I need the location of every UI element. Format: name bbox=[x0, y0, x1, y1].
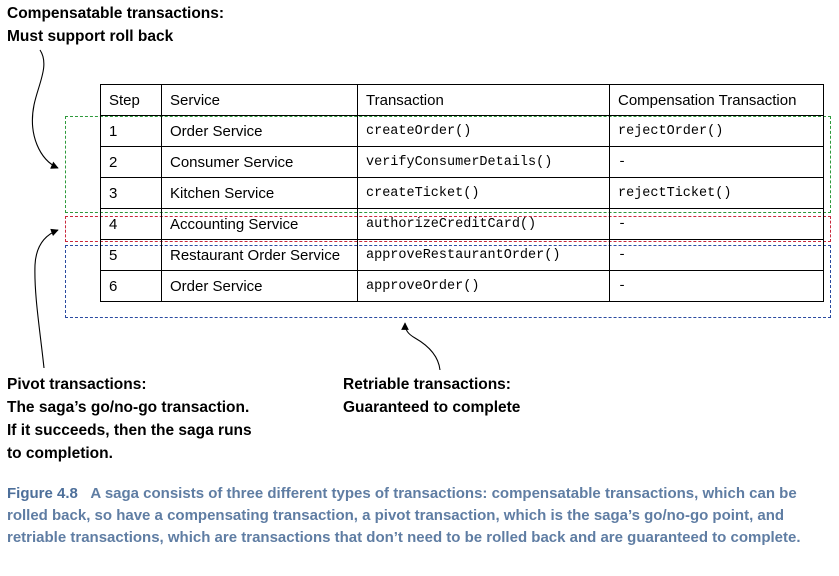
pivot-title: Pivot transactions: bbox=[7, 376, 147, 393]
step-cell: 2 bbox=[100, 146, 162, 178]
compensation-cell: - bbox=[609, 208, 824, 240]
service-cell: Order Service bbox=[161, 270, 358, 302]
step-cell: 6 bbox=[100, 270, 162, 302]
service-cell: Consumer Service bbox=[161, 146, 358, 178]
header-transaction: Transaction bbox=[357, 84, 610, 116]
compensation-cell: rejectOrder() bbox=[609, 115, 824, 147]
transaction-cell: approveRestaurantOrder() bbox=[357, 239, 610, 271]
pivot-description-line: If it succeeds, then the saga runs bbox=[7, 422, 252, 439]
pivot-description-line: The saga’s go/no-go transaction. bbox=[7, 399, 250, 416]
saga-steps-table: Step Service Transaction Compensation Tr… bbox=[100, 84, 824, 302]
compensation-cell: rejectTicket() bbox=[609, 177, 824, 209]
step-cell: 4 bbox=[100, 208, 162, 240]
transaction-cell: createOrder() bbox=[357, 115, 610, 147]
header-service: Service bbox=[161, 84, 358, 116]
table-row: 3 Kitchen Service createTicket() rejectT… bbox=[100, 177, 824, 209]
transaction-cell: approveOrder() bbox=[357, 270, 610, 302]
step-cell: 5 bbox=[100, 239, 162, 271]
caption-text: A saga consists of three different types… bbox=[7, 485, 801, 546]
table-row: 1 Order Service createOrder() rejectOrde… bbox=[100, 115, 824, 147]
table-header-row: Step Service Transaction Compensation Tr… bbox=[100, 84, 824, 116]
table-row: 2 Consumer Service verifyConsumerDetails… bbox=[100, 146, 824, 178]
table-row: 4 Accounting Service authorizeCreditCard… bbox=[100, 208, 824, 240]
figure-number: Figure 4.8 bbox=[7, 485, 78, 502]
retriable-transactions-label: Retriable transactions: Guaranteed to co… bbox=[343, 373, 520, 419]
header-compensation-transaction: Compensation Transaction bbox=[609, 84, 824, 116]
compensation-cell: - bbox=[609, 239, 824, 271]
service-cell: Accounting Service bbox=[161, 208, 358, 240]
service-cell: Order Service bbox=[161, 115, 358, 147]
pivot-transactions-label: Pivot transactions: The saga’s go/no-go … bbox=[7, 373, 252, 465]
transaction-cell: verifyConsumerDetails() bbox=[357, 146, 610, 178]
retriable-title: Retriable transactions: bbox=[343, 376, 511, 393]
transaction-cell: createTicket() bbox=[357, 177, 610, 209]
service-cell: Kitchen Service bbox=[161, 177, 358, 209]
step-cell: 3 bbox=[100, 177, 162, 209]
compensation-cell: - bbox=[609, 270, 824, 302]
header-step: Step bbox=[100, 84, 162, 116]
retriable-description: Guaranteed to complete bbox=[343, 399, 521, 416]
figure-caption: Figure 4.8 A saga consists of three diff… bbox=[7, 483, 835, 549]
compensatable-arrow bbox=[31, 49, 59, 169]
step-cell: 1 bbox=[100, 115, 162, 147]
pivot-description-line: to completion. bbox=[7, 445, 113, 462]
pivot-arrow bbox=[34, 228, 59, 369]
table-row: 5 Restaurant Order Service approveRestau… bbox=[100, 239, 824, 271]
transaction-cell: authorizeCreditCard() bbox=[357, 208, 610, 240]
compensation-cell: - bbox=[609, 146, 824, 178]
table-row: 6 Order Service approveOrder() - bbox=[100, 270, 824, 302]
service-cell: Restaurant Order Service bbox=[161, 239, 358, 271]
retriable-arrow bbox=[401, 322, 441, 371]
